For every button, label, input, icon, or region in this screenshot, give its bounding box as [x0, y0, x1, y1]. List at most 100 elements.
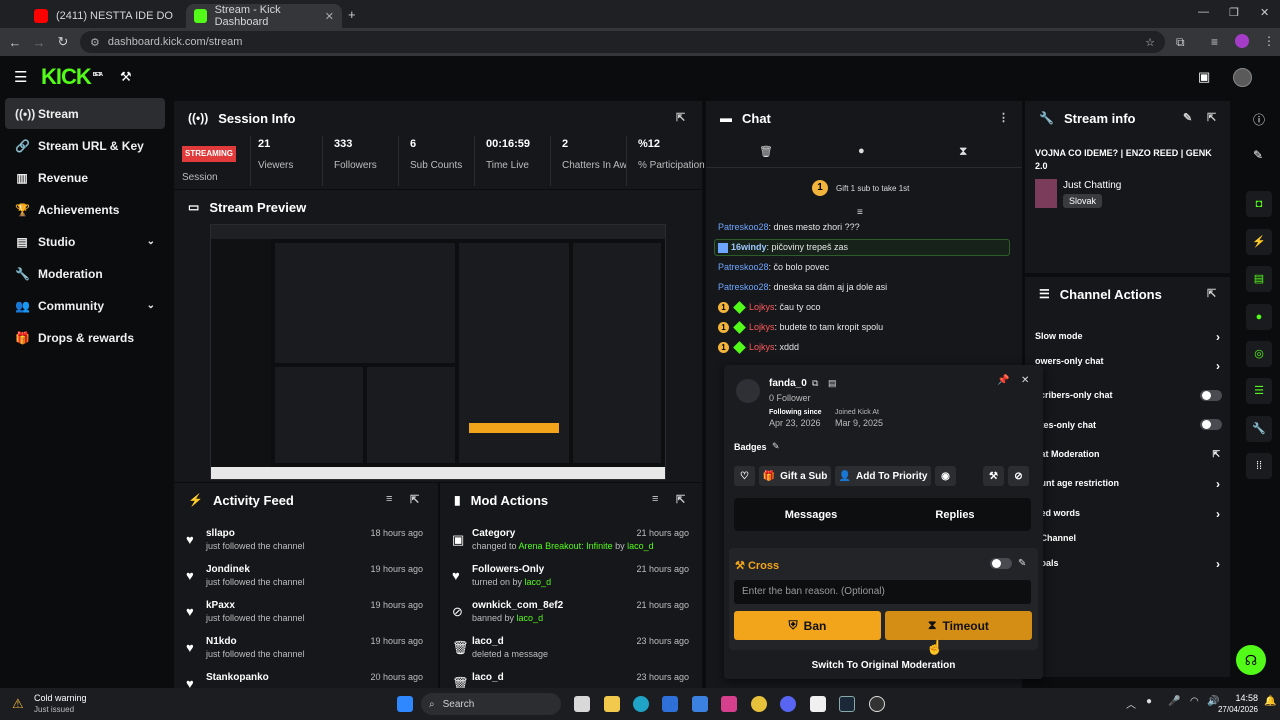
moderator-link[interactable]: laco_d — [627, 541, 654, 551]
extensions-icon[interactable]: ⧉ — [1176, 35, 1185, 50]
close-icon[interactable]: ✕ — [1021, 375, 1029, 386]
clock-time[interactable]: 14:58 — [1218, 693, 1258, 703]
category-name[interactable]: Just Chatting — [1063, 180, 1121, 191]
watch-button[interactable]: ◉ — [935, 466, 956, 486]
bolt-icon[interactable]: ⚡ — [1246, 229, 1272, 255]
sidebar-item-revenue[interactable]: ▥ Revenue — [5, 162, 165, 193]
id-card-icon[interactable]: ▤ — [828, 378, 837, 389]
steam-icon[interactable] — [839, 696, 855, 712]
sidebar-item-stream[interactable]: ((•)) Stream — [5, 98, 165, 129]
follower-name[interactable]: N1kdo — [206, 636, 237, 647]
more-menu-icon[interactable]: ⋮ — [998, 111, 1009, 124]
new-tab-icon[interactable]: + — [348, 7, 356, 22]
gift-sub-button[interactable]: 🎁 Gift a Sub — [759, 466, 831, 486]
mic-icon[interactable]: 🎤 — [1168, 696, 1180, 707]
notifications-icon[interactable]: 🔔 — [1264, 696, 1276, 707]
expand-icon[interactable]: ⇱ — [410, 493, 419, 506]
support-chat-button[interactable]: ☊ — [1236, 645, 1266, 675]
file-explorer-icon[interactable] — [604, 696, 620, 712]
account-age-row[interactable]: ount age restriction › — [1035, 477, 1230, 491]
filter-icon[interactable]: ≡ — [386, 493, 392, 505]
media-icon[interactable]: ≡ — [1211, 35, 1218, 49]
stream-preview-video[interactable] — [210, 224, 666, 480]
cross-toggle[interactable] — [990, 558, 1012, 569]
settings-list-icon[interactable]: ☰ — [1246, 378, 1272, 404]
follower-name[interactable]: kPaxx — [206, 600, 235, 611]
follow-heart-button[interactable]: ♡ — [734, 466, 755, 486]
discord-icon[interactable] — [780, 696, 796, 712]
reload-icon[interactable]: ↻ — [51, 34, 75, 50]
message-icon[interactable]: ● — [858, 145, 865, 157]
emotes-only-toggle[interactable] — [1200, 419, 1222, 430]
url-input[interactable]: ⚙ dashboard.kick.com/stream ☆ — [80, 31, 1165, 53]
hammer-icon[interactable]: ⚒ — [120, 69, 132, 85]
pin-icon[interactable]: 📌 — [997, 375, 1009, 386]
chat-username[interactable]: Patreskoo28 — [718, 222, 769, 232]
back-icon[interactable]: ← — [3, 35, 27, 50]
tray-chevron-icon[interactable]: ︿ — [1126, 696, 1136, 711]
edge-icon[interactable] — [633, 696, 649, 712]
category-thumbnail[interactable] — [1035, 179, 1057, 208]
category-link[interactable]: Arena Breakout: Infinite — [519, 541, 613, 551]
store-icon[interactable] — [692, 696, 708, 712]
tab-kick[interactable]: Stream - Kick Dashboard ✕ — [186, 4, 342, 28]
close-tab-icon[interactable]: ✕ — [325, 10, 334, 23]
edit-icon[interactable]: ✎ — [1183, 111, 1192, 124]
broadcast-icon[interactable]: ◎ — [1246, 341, 1272, 367]
kick-logo[interactable]: KICK BETA — [41, 64, 103, 90]
expand-icon[interactable]: ⇱ — [1207, 287, 1216, 300]
close-window-icon[interactable]: ✕ — [1260, 6, 1269, 19]
edit-icon[interactable]: ✎ — [1018, 558, 1026, 569]
chat-bubble-icon[interactable]: ● — [1246, 304, 1272, 330]
sidebar-item-drops[interactable]: 🎁 Drops & rewards — [5, 322, 165, 353]
goals-row[interactable]: goals › — [1035, 557, 1230, 571]
info-icon[interactable]: ⓘ — [1253, 111, 1265, 128]
chat-username[interactable]: Patreskoo28 — [718, 282, 769, 292]
hamburger-icon[interactable]: ☰ — [14, 68, 27, 86]
trash-icon[interactable]: 🗑 — [759, 145, 773, 158]
gift-sub-banner[interactable]: 1 Gift 1 sub to take 1st — [812, 179, 932, 197]
wifi-icon[interactable]: ◠ — [1190, 696, 1199, 707]
add-priority-button[interactable]: 👤 Add To Priority — [835, 466, 931, 486]
chat-moderation-row[interactable]: hat Moderation ⇱ — [1035, 449, 1230, 459]
chat-username[interactable]: Patreskoo28 — [718, 262, 769, 272]
chat-username[interactable]: Lojkys — [749, 342, 775, 352]
sidebar-item-stream-url[interactable]: 🔗 Stream URL & Key — [5, 130, 165, 161]
snapshot-icon[interactable]: ◘ — [1246, 191, 1272, 217]
layout-icon[interactable]: ▣ — [1198, 69, 1210, 85]
user-card-username[interactable]: fanda_0 — [769, 378, 807, 389]
delete-messages-button[interactable]: ⚒ — [983, 466, 1004, 486]
ban-button[interactable]: ⛨ Ban — [734, 611, 881, 640]
document-icon[interactable]: ▤ — [1246, 266, 1272, 292]
tab-replies[interactable]: Replies — [879, 498, 1031, 531]
chat-username[interactable]: 16windy — [731, 242, 767, 252]
tab-youtube[interactable]: (2411) NESTTA IDE DO NAJHOR... — [26, 4, 184, 28]
banned-words-row[interactable]: ned words › — [1035, 507, 1230, 521]
weather-title[interactable]: Cold warning — [34, 693, 87, 703]
switch-moderation-button[interactable]: Switch To Original Moderation — [729, 655, 1038, 675]
user-avatar[interactable] — [1233, 68, 1252, 87]
sidebar-item-community[interactable]: 👥 Community ⌄ — [5, 290, 165, 321]
chrome-icon[interactable] — [751, 696, 767, 712]
subscribers-only-toggle[interactable] — [1200, 390, 1222, 401]
capcut-icon[interactable] — [810, 696, 826, 712]
copy-icon[interactable]: ⧉ — [812, 378, 818, 389]
chat-username[interactable]: Lojkys — [749, 322, 775, 332]
edit-badges-icon[interactable]: ✎ — [772, 441, 780, 452]
sidebar-item-achievements[interactable]: 🏆 Achievements — [5, 194, 165, 225]
profile-avatar[interactable] — [1235, 34, 1249, 48]
pinned-collapse-icon[interactable]: ≡ — [857, 207, 863, 218]
obs-icon[interactable] — [869, 696, 885, 712]
expand-icon[interactable]: ⇱ — [676, 111, 685, 124]
host-channel-row[interactable]: t Channel — [1035, 533, 1230, 543]
expand-icon[interactable]: ⇱ — [1207, 111, 1216, 124]
sidebar-item-studio[interactable]: ▤ Studio ⌄ — [5, 226, 165, 257]
ban-reason-input[interactable]: Enter the ban reason. (Optional) — [734, 580, 1031, 604]
forward-icon[interactable]: → — [27, 35, 51, 50]
task-view-icon[interactable] — [574, 696, 590, 712]
windows-start-icon[interactable] — [397, 696, 413, 712]
follower-name[interactable]: sllapo — [206, 528, 235, 539]
moderator-link[interactable]: laco_d — [525, 577, 552, 587]
wrench-icon[interactable]: 🔧 — [1246, 416, 1272, 442]
filter-icon[interactable]: ≡ — [652, 493, 658, 505]
